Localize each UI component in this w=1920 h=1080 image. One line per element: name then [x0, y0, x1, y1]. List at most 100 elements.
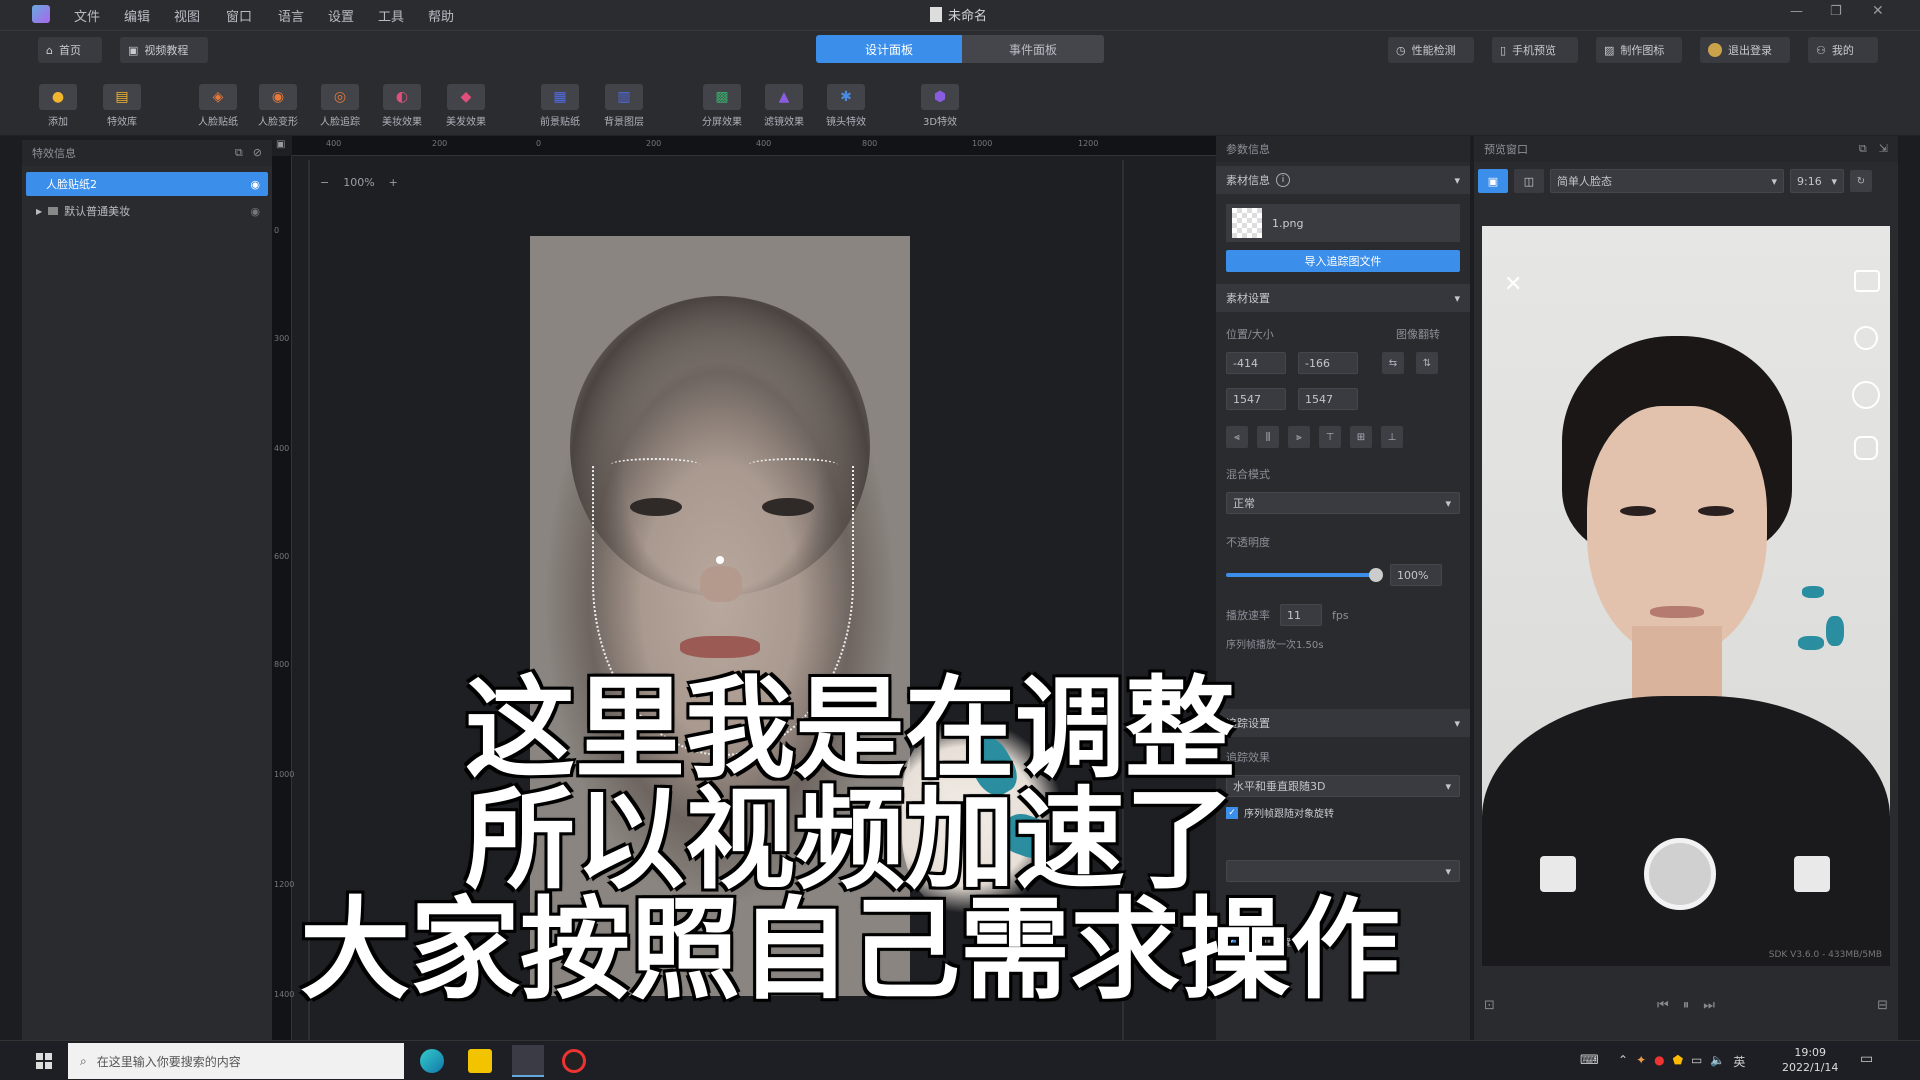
- app-tray-icon[interactable]: ✦: [1636, 1053, 1646, 1070]
- collapse-arrow-icon[interactable]: ▾: [1454, 174, 1460, 187]
- align-right-icon[interactable]: ⫸: [1288, 426, 1310, 448]
- eye-icon[interactable]: ◉: [250, 205, 260, 218]
- notes-app-icon[interactable]: [468, 1049, 492, 1073]
- menu-item[interactable]: 文件: [74, 6, 100, 25]
- opacity-slider[interactable]: [1226, 568, 1383, 582]
- info-icon[interactable]: i: [1276, 173, 1290, 187]
- y-input[interactable]: -166: [1298, 352, 1358, 374]
- align-left-icon[interactable]: ⫷: [1226, 426, 1248, 448]
- copy-icon[interactable]: ⧉: [235, 146, 243, 160]
- lock-icon[interactable]: ▣: [276, 139, 285, 150]
- fps-input[interactable]: 11: [1280, 604, 1322, 626]
- zoom-out-button[interactable]: −: [320, 176, 329, 189]
- material-section-header[interactable]: 素材信息 i ▾: [1216, 166, 1470, 194]
- menu-item[interactable]: 设置: [328, 6, 354, 25]
- tray-icons[interactable]: ⌃ ✦ ● ⬟ ▭ 🔈 英: [1618, 1053, 1745, 1070]
- ribbon-button[interactable]: ▥ 背景图层: [596, 84, 652, 132]
- performance-button[interactable]: ◷ 性能检测: [1388, 37, 1474, 63]
- ribbon-button[interactable]: ◆ 美发效果: [438, 84, 494, 132]
- tutorial-button[interactable]: ▣ 视频教程: [120, 37, 208, 63]
- menu-item[interactable]: 窗口: [226, 6, 252, 25]
- flip-vertical-icon[interactable]: ⇅: [1416, 352, 1438, 374]
- settings-section-header[interactable]: 素材设置 ▾: [1216, 284, 1470, 312]
- chevron-up-icon[interactable]: ⌃: [1618, 1053, 1628, 1070]
- menu-item[interactable]: 语言: [278, 6, 304, 25]
- recorder-icon[interactable]: [562, 1049, 586, 1073]
- collapse-arrow-icon[interactable]: ▾: [1454, 292, 1460, 305]
- antivirus-icon[interactable]: ●: [1654, 1053, 1664, 1070]
- home-button[interactable]: ⌂ 首页: [38, 37, 102, 63]
- menu-item[interactable]: 工具: [378, 6, 404, 25]
- beauty-icon[interactable]: [1852, 381, 1880, 409]
- filter-icon[interactable]: [1854, 436, 1878, 460]
- make-icon-button[interactable]: ▨ 制作图标: [1596, 37, 1682, 63]
- pin-icon[interactable]: ⇲: [1879, 142, 1888, 156]
- network-icon[interactable]: ▭: [1691, 1053, 1702, 1070]
- tab-events[interactable]: 事件面板: [962, 35, 1104, 63]
- import-button[interactable]: 导入追踪图文件: [1226, 250, 1460, 272]
- ribbon-button[interactable]: ▦ 前景贴纸: [532, 84, 588, 132]
- width-input[interactable]: 1547: [1226, 388, 1286, 410]
- ime-indicator[interactable]: 英: [1733, 1053, 1745, 1070]
- ribbon-button[interactable]: ◈ 人脸贴纸: [190, 84, 246, 132]
- image-mode-button[interactable]: ▣: [1478, 169, 1508, 193]
- anchor-point[interactable]: [716, 556, 724, 564]
- windows-start-icon[interactable]: [36, 1053, 52, 1069]
- taskbar-search[interactable]: ⌕ 在这里输入你要搜索的内容: [68, 1043, 404, 1079]
- minimize-button[interactable]: —: [1790, 4, 1803, 19]
- file-row[interactable]: 1.png: [1226, 204, 1460, 242]
- zoom-in-button[interactable]: +: [389, 176, 398, 189]
- expand-arrow-icon[interactable]: ▶: [36, 207, 42, 216]
- next-icon[interactable]: ⏭: [1703, 998, 1715, 1013]
- ribbon-button[interactable]: ▲ 滤镜效果: [756, 84, 812, 132]
- tab-design[interactable]: 设计面板: [816, 35, 962, 63]
- ribbon-button[interactable]: ▤ 特效库: [94, 84, 150, 132]
- ribbon-button[interactable]: ● 添加: [30, 84, 86, 132]
- blend-mode-select[interactable]: 正常 ▾: [1226, 492, 1460, 514]
- align-center-icon[interactable]: ⫼: [1257, 426, 1279, 448]
- refresh-icon[interactable]: ↻: [1850, 170, 1872, 192]
- close-button[interactable]: ✕: [1872, 3, 1884, 19]
- timer-icon[interactable]: [1854, 326, 1878, 350]
- keyboard-icon[interactable]: ⌨: [1580, 1053, 1599, 1068]
- export-icon[interactable]: ⊟: [1877, 998, 1888, 1013]
- eye-icon[interactable]: ◉: [250, 178, 260, 191]
- ribbon-button[interactable]: ◎ 人脸追踪: [312, 84, 368, 132]
- x-input[interactable]: -414: [1226, 352, 1286, 374]
- edge-icon[interactable]: [420, 1049, 444, 1073]
- layer-item[interactable]: 人脸贴纸2 ◉: [26, 172, 268, 196]
- delete-icon[interactable]: ⊘: [253, 146, 262, 160]
- phone-preview-button[interactable]: ▯ 手机预览: [1492, 37, 1578, 63]
- menu-item[interactable]: 编辑: [124, 6, 150, 25]
- profile-button[interactable]: ⚇ 我的: [1808, 37, 1878, 63]
- preview-mode-select[interactable]: 简单人脸态 ▾: [1550, 169, 1784, 193]
- align-bottom-icon[interactable]: ⊥: [1381, 426, 1403, 448]
- volume-icon[interactable]: 🔈: [1710, 1053, 1725, 1070]
- height-input[interactable]: 1547: [1298, 388, 1358, 410]
- align-middle-icon[interactable]: ⊞: [1350, 426, 1372, 448]
- ribbon-button[interactable]: ✱ 镜头特效: [818, 84, 874, 132]
- ribbon-button[interactable]: ◉ 人脸变形: [250, 84, 306, 132]
- popout-icon[interactable]: ⧉: [1859, 142, 1867, 156]
- align-top-icon[interactable]: ⊤: [1319, 426, 1341, 448]
- clock[interactable]: 19:09 2022/1/14: [1782, 1045, 1838, 1075]
- camera-mode-button[interactable]: ◫: [1514, 169, 1544, 193]
- menu-item[interactable]: 帮助: [428, 6, 454, 25]
- camera-switch-icon[interactable]: [1854, 270, 1880, 292]
- effects-button[interactable]: [1794, 856, 1830, 892]
- ribbon-button[interactable]: ▩ 分屏效果: [694, 84, 750, 132]
- layer-item[interactable]: ▶ 默认普通美妆 ◉: [26, 200, 268, 222]
- menu-item[interactable]: 视图: [174, 6, 200, 25]
- ribbon-button[interactable]: ⬢ 3D特效: [912, 84, 968, 132]
- shield-icon[interactable]: ⬟: [1673, 1053, 1683, 1070]
- effects-app-icon[interactable]: [512, 1045, 544, 1077]
- notification-icon[interactable]: ▭: [1860, 1051, 1873, 1067]
- ratio-select[interactable]: 9:16 ▾: [1790, 169, 1844, 193]
- restore-button[interactable]: ❐: [1830, 4, 1842, 19]
- logout-button[interactable]: 退出登录: [1700, 37, 1790, 63]
- close-icon[interactable]: ✕: [1504, 272, 1522, 297]
- opacity-slider-handle[interactable]: [1369, 568, 1383, 582]
- flip-horizontal-icon[interactable]: ⇆: [1382, 352, 1404, 374]
- opacity-input[interactable]: 100%: [1390, 564, 1442, 586]
- ribbon-button[interactable]: ◐ 美妆效果: [374, 84, 430, 132]
